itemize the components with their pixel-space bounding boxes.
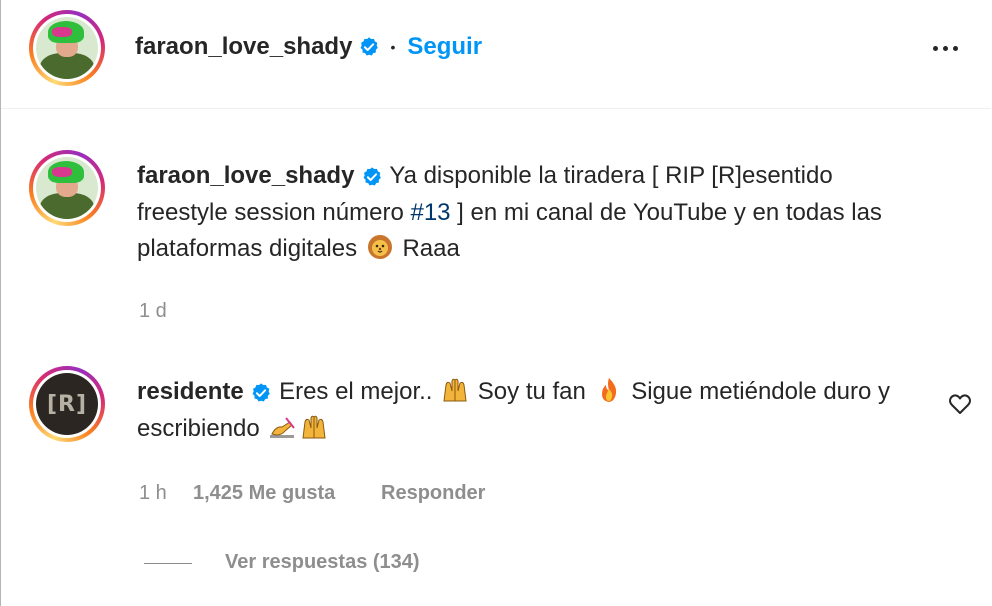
avatar-photo <box>36 157 98 219</box>
comment-body: residente Eres el mejor.. Soy tu fan Sig… <box>137 374 917 447</box>
follow-button[interactable]: Seguir <box>407 31 482 63</box>
avatar-logo-text: [R] <box>46 391 88 417</box>
comment-text-part2: Soy tu fan <box>471 378 593 405</box>
comment-likes[interactable]: 1,425 Me gusta <box>193 482 335 505</box>
raising-hands-emoji-icon <box>302 415 326 438</box>
avatar-photo: [R] <box>36 373 98 435</box>
replies-divider <box>144 563 192 564</box>
caption-author-avatar[interactable] <box>29 150 105 226</box>
comment-timestamp[interactable]: 1 h <box>139 482 167 505</box>
hashtag-link[interactable]: #13 <box>410 199 450 226</box>
comment-username[interactable]: residente <box>137 378 244 405</box>
instagram-post-panel: faraon_love_shady • Seguir faraon_love_s… <box>0 0 992 606</box>
header-author: faraon_love_shady • Seguir <box>135 31 482 63</box>
verified-badge-icon <box>361 37 379 56</box>
verified-badge-icon <box>363 167 381 186</box>
more-options-icon[interactable] <box>925 36 965 60</box>
caption-username[interactable]: faraon_love_shady <box>137 162 354 189</box>
comment-text-part1: Eres el mejor.. <box>279 378 440 405</box>
caption-text-end: Raaa <box>395 235 460 262</box>
fire-emoji-icon <box>601 378 616 402</box>
avatar-photo <box>36 17 98 79</box>
like-heart-icon[interactable] <box>947 392 973 416</box>
commenter-avatar[interactable]: [R] <box>29 366 105 442</box>
writing-hand-emoji-icon <box>270 416 296 438</box>
author-username[interactable]: faraon_love_shady <box>135 31 352 63</box>
separator-dot: • <box>390 39 396 55</box>
raising-hands-emoji-icon <box>443 378 467 402</box>
verified-badge-icon <box>252 383 271 402</box>
post-caption: faraon_love_shady Ya disponible la tirad… <box>137 158 927 268</box>
caption-timestamp[interactable]: 1 d <box>139 300 167 323</box>
reply-button[interactable]: Responder <box>381 482 485 505</box>
view-replies-button[interactable]: Ver respuestas (134) <box>225 551 420 574</box>
post-header: faraon_love_shady • Seguir <box>1 0 991 109</box>
lion-face-emoji-icon <box>367 235 392 259</box>
author-avatar[interactable] <box>29 10 105 86</box>
